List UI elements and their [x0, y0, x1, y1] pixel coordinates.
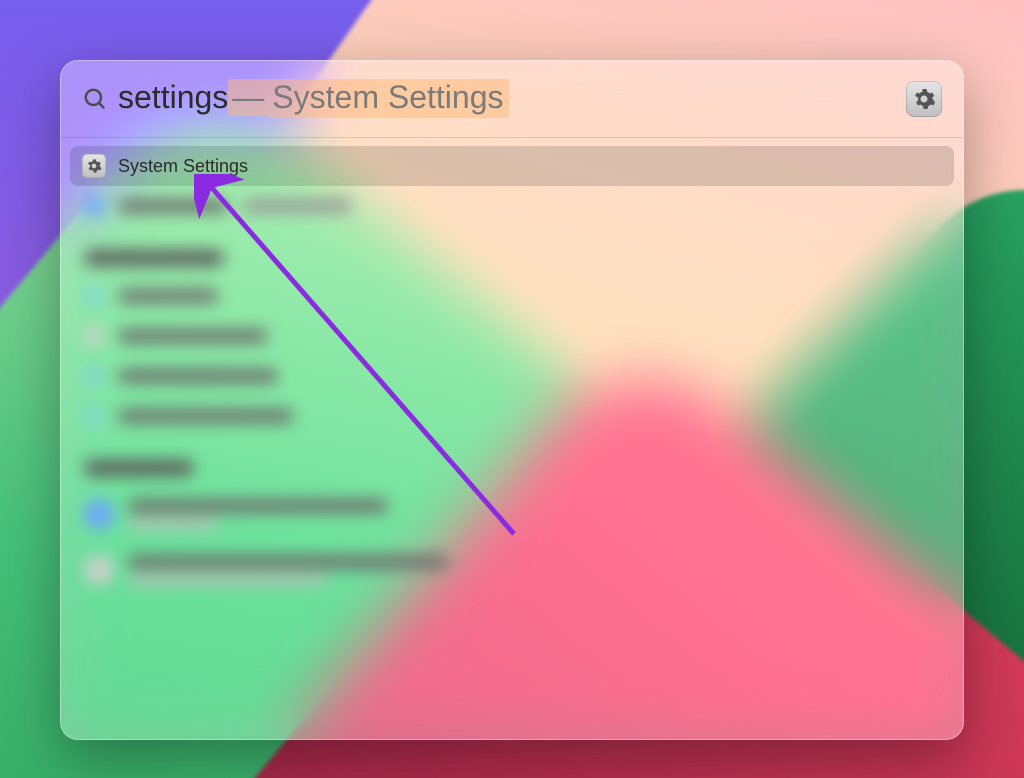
spotlight-panel: settings — System Settings System Settin…: [60, 60, 964, 740]
result-system-settings[interactable]: System Settings: [70, 146, 954, 186]
search-separator: —: [228, 79, 268, 116]
spotlight-results: System Settings: [60, 138, 964, 606]
search-icon: [82, 86, 108, 112]
spotlight-search-input[interactable]: settings — System Settings: [118, 79, 906, 118]
result-label: System Settings: [118, 156, 248, 177]
blurred-results: [70, 186, 954, 598]
top-hit-app-icon: [906, 81, 942, 117]
gear-icon: [82, 154, 106, 178]
spotlight-search-row[interactable]: settings — System Settings: [60, 60, 964, 138]
search-query-text: settings: [118, 79, 228, 116]
screenshot-frame: settings — System Settings System Settin…: [0, 0, 1024, 778]
gear-icon: [912, 87, 936, 111]
search-completion-text: System Settings: [268, 79, 509, 118]
